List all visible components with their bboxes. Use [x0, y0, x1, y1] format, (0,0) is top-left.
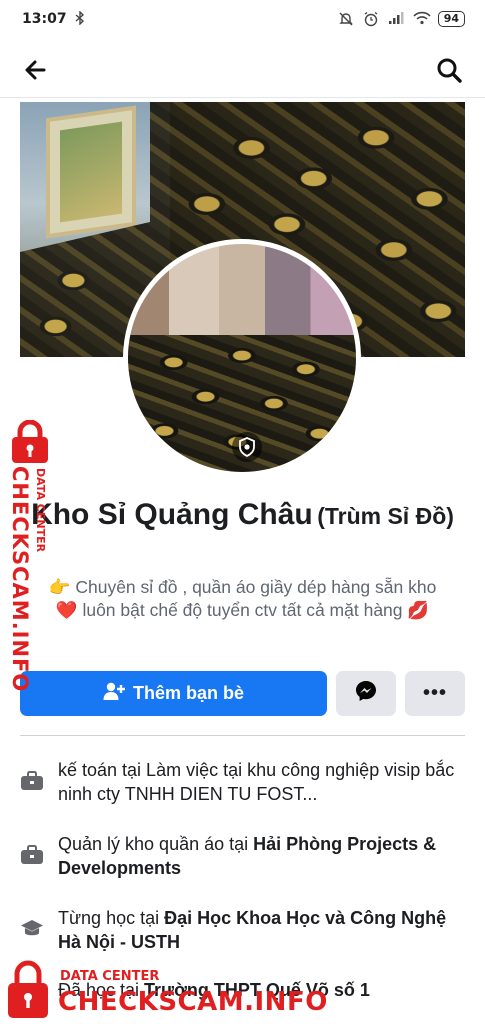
bio-text-part1: Chuyên sỉ đồ , quần áo giầy dép hàng sẵn…	[70, 577, 437, 597]
detail-text: Từng học tại Đại Học Khoa Học và Công Ng…	[58, 906, 465, 954]
watermark-lock-icon	[6, 419, 54, 469]
briefcase-icon	[20, 770, 44, 794]
status-time: 13:07	[22, 11, 67, 27]
watermark-bottom-text: CHECKSCAM.INFO	[58, 987, 328, 1017]
detail-text: kế toán tại Làm việc tại khu công nghiệp…	[58, 758, 465, 806]
status-bar: 13:07 94	[0, 0, 485, 38]
arrow-left-icon[interactable]	[22, 56, 50, 84]
wifi-icon	[413, 11, 431, 27]
watermark-bottom: DATA CENTER CHECKSCAM.INFO	[0, 960, 485, 1024]
profile-name: Kho Sỉ Quảng Châu (Trùm Sỉ Đồ)	[20, 496, 465, 539]
detail-prefix: kế toán tại Làm việc tại khu công nghiệp…	[58, 760, 455, 804]
lips-emoji-icon: 💋	[407, 600, 430, 620]
watermark-side-small-text: DATA CENTER	[34, 468, 47, 553]
profile-bio: 👉 Chuyên sỉ đồ , quần áo giầy dép hàng s…	[40, 576, 445, 622]
profile-guard-shield-icon	[232, 432, 262, 462]
messenger-icon	[355, 680, 377, 707]
graduation-cap-icon	[20, 918, 44, 942]
signal-icon	[388, 11, 404, 27]
briefcase-icon	[20, 844, 44, 868]
bluetooth-icon	[75, 9, 85, 28]
detail-prefix: Từng học tại	[58, 908, 165, 928]
detail-item-education-1[interactable]: Từng học tại Đại Học Khoa Học và Công Ng…	[20, 906, 465, 954]
cover-wall-painting	[46, 105, 136, 239]
heart-emoji-icon: ❤️	[55, 600, 78, 620]
bio-text-part2: luôn bật chế độ tuyển ctv tất cả mặt hàn…	[77, 600, 408, 620]
more-options-button[interactable]: •••	[405, 671, 465, 716]
mute-icon	[338, 11, 354, 27]
detail-item-work-2[interactable]: Quản lý kho quần áo tại Hải Phòng Projec…	[20, 832, 465, 880]
battery-indicator: 94	[437, 11, 465, 27]
add-friend-button[interactable]: Thêm bạn bè	[20, 671, 327, 716]
top-nav-bar	[0, 42, 485, 98]
add-friend-label: Thêm bạn bè	[132, 683, 244, 703]
profile-name-alt: (Trùm Sỉ Đồ)	[317, 503, 454, 529]
watermark-bottom-small-text: DATA CENTER	[60, 969, 160, 984]
alarm-icon	[363, 11, 379, 27]
watermark-side-text: CHECKSCAM.INFO	[8, 466, 32, 693]
more-dots-icon: •••	[422, 682, 447, 704]
watermark-side: CHECKSCAM.INFO DATA CENTER	[4, 419, 56, 692]
detail-item-work-1[interactable]: kế toán tại Làm việc tại khu công nghiệp…	[20, 758, 465, 806]
section-divider	[20, 735, 465, 736]
detail-prefix: Quản lý kho quần áo tại	[58, 834, 254, 854]
profile-name-main: Kho Sỉ Quảng Châu	[31, 498, 313, 531]
add-friend-icon	[103, 681, 125, 706]
profile-avatar[interactable]	[123, 239, 361, 477]
messenger-button[interactable]	[336, 671, 396, 716]
watermark-lock-icon	[4, 960, 52, 1024]
search-icon[interactable]	[435, 56, 463, 84]
detail-text: Quản lý kho quần áo tại Hải Phòng Projec…	[58, 832, 465, 880]
